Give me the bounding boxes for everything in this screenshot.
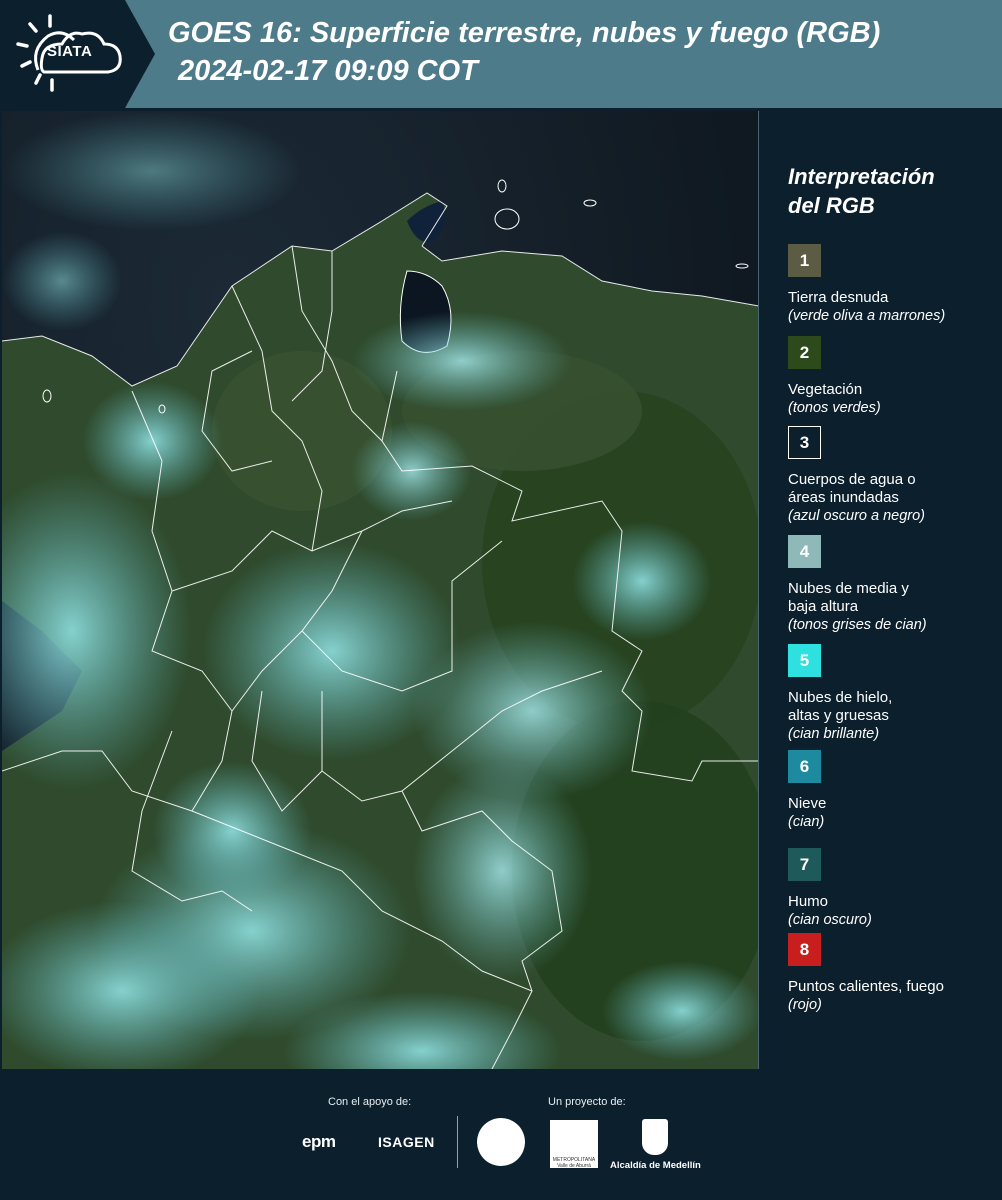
legend-swatch-5: 5 — [788, 644, 821, 677]
legend-label-4-line-2: baja altura — [788, 598, 859, 615]
page-title: GOES 16: Superficie terrestre, nubes y f… — [168, 14, 998, 90]
legend-note-7: (cian oscuro) — [788, 912, 872, 928]
legend-swatch-2: 2 — [788, 336, 821, 369]
legend-title-line-1: Interpretación — [788, 164, 935, 189]
legend-label-7: Humo — [788, 893, 829, 910]
legend-swatch-1: 1 — [788, 244, 821, 277]
legend-label-3-line-1: Cuerpos de agua o — [788, 471, 916, 488]
footer-divider — [457, 1116, 458, 1168]
legend-label-8: Puntos calientes, fuego — [788, 978, 944, 995]
satellite-map[interactable] — [2, 111, 759, 1069]
header-bar: SIATA GOES 16: Superficie terrestre, nub… — [0, 0, 1002, 108]
legend-note-8: (rojo) — [788, 997, 822, 1013]
amva-text: METROPOLITANA Valle de Aburrá — [552, 1157, 596, 1169]
legend-label-5: Nubes de hielo, altas y gruesas — [788, 689, 998, 725]
legend-item-6: 6 Nieve (cian) — [788, 750, 998, 831]
legend-note-1: (verde oliva a marrones) — [788, 308, 946, 324]
legend-note-3: (azul oscuro a negro) — [788, 508, 926, 524]
legend-swatch-7: 7 — [788, 848, 821, 881]
map-canvas — [2, 111, 759, 1069]
legend-label-5-line-1: Nubes de hielo, — [788, 689, 893, 706]
project-label: Un proyecto de: — [548, 1096, 626, 1108]
isagen-logo[interactable]: ISAGEN — [378, 1134, 435, 1150]
epm-logo[interactable]: epm — [302, 1132, 336, 1152]
support-label: Con el apoyo de: — [328, 1096, 412, 1108]
legend-note-2: (tonos verdes) — [788, 400, 881, 416]
legend-label-4: Nubes de media y baja altura — [788, 580, 998, 616]
legend-label-2: Vegetación — [788, 381, 863, 398]
legend-label-6: Nieve — [788, 795, 827, 812]
antioquia-seal-icon[interactable] — [477, 1118, 525, 1166]
rgb-legend: Interpretación del RGB 1 Tierra desnuda (v… — [770, 110, 1000, 1068]
legend-item-3: 3 Cuerpos de agua o áreas inundadas (azul o… — [788, 426, 998, 525]
legend-label-3-line-2: áreas inundadas — [788, 489, 899, 506]
legend-item-1: 1 Tierra desnuda (verde oliva a marrones) — [788, 244, 998, 325]
legend-label-4-line-1: Nubes de media y — [788, 580, 909, 597]
legend-note-5: (cian brillante) — [788, 726, 880, 742]
medellin-label: Alcaldía de Medellín — [610, 1160, 701, 1171]
legend-item-8: 8 Puntos calientes, fuego (rojo) — [788, 933, 998, 1014]
legend-note-4: (tonos grises de cian) — [788, 617, 927, 633]
legend-swatch-8: 8 — [788, 933, 821, 966]
legend-label-5-line-2: altas y gruesas — [788, 707, 889, 724]
medellin-crest-icon[interactable] — [642, 1119, 668, 1155]
title-line-1: GOES 16: Superficie terrestre, nubes y f… — [168, 17, 881, 49]
siata-logo[interactable]: SIATA — [0, 0, 155, 108]
legend-item-4: 4 Nubes de media y baja altura (tonos grise… — [788, 535, 998, 634]
legend-label-1: Tierra desnuda — [788, 289, 889, 306]
legend-item-5: 5 Nubes de hielo, altas y gruesas (cian bri… — [788, 644, 998, 743]
legend-swatch-6: 6 — [788, 750, 821, 783]
legend-label-3: Cuerpos de agua o áreas inundadas — [788, 471, 998, 507]
legend-title-line-2: del RGB — [788, 193, 875, 218]
legend-swatch-3: 3 — [788, 426, 821, 459]
legend-title: Interpretación del RGB — [788, 162, 988, 220]
legend-item-2: 2 Vegetación (tonos verdes) — [788, 336, 998, 417]
legend-item-7: 7 Humo (cian oscuro) — [788, 848, 998, 929]
logo-text: SIATA — [47, 43, 93, 60]
title-timestamp: 2024-02-17 09:09 COT — [178, 55, 478, 87]
legend-note-6: (cian) — [788, 814, 825, 830]
legend-swatch-4: 4 — [788, 535, 821, 568]
